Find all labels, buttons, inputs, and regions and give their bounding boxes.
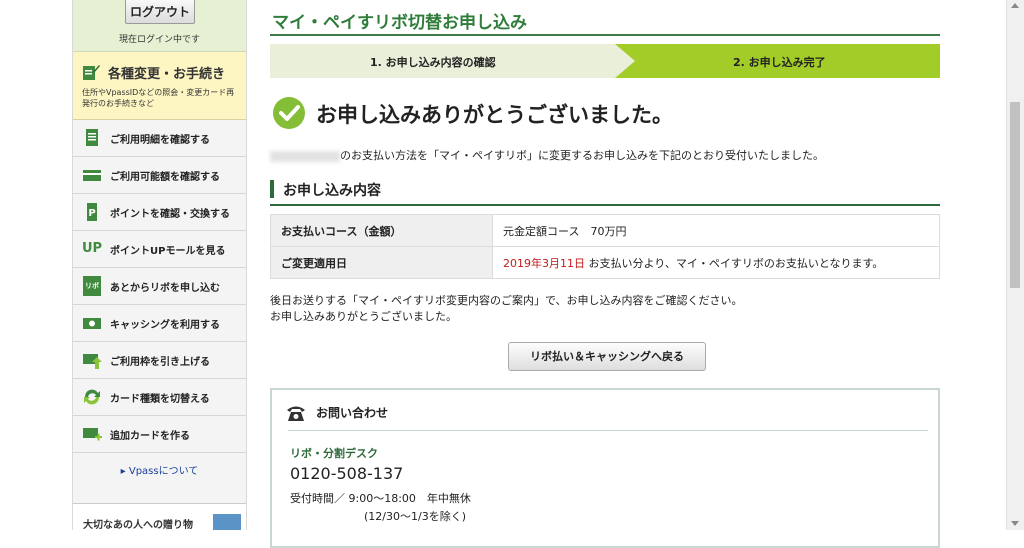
sidebar-item-label: ご利用可能額を確認する — [110, 172, 220, 183]
sidebar-item-statement[interactable]: ご利用明細を確認する — [73, 120, 246, 157]
statement-icon — [86, 129, 98, 146]
sidebar: ログアウト 現在ログイン中です 各種変更・お手続き 住所やVpassIDなどの照… — [72, 0, 247, 530]
row-label: お支払いコース（金額） — [270, 214, 493, 247]
follow-up-line-2: お申し込みありがとうございました。 — [270, 310, 457, 323]
sidebar-item-limit-up[interactable]: ご利用枠を引き上げる — [73, 342, 246, 379]
scroll-thumb[interactable] — [1010, 102, 1020, 288]
sidebar-item-cashing[interactable]: キャッシングを利用する — [73, 305, 246, 342]
row-label: ご変更適用日 — [270, 246, 493, 279]
application-details-table: お支払いコース（金額） 元金定額コース 70万円 ご変更適用日 2019年3月1… — [270, 214, 940, 279]
scroll-up-icon[interactable] — [1011, 3, 1019, 8]
check-circle-icon — [273, 97, 305, 129]
limit-up-icon — [83, 354, 102, 369]
follow-up-line-1: 後日お送りする「マイ・ペイすリボ変更内容のご案内」で、お申し込み内容をご確認くだ… — [270, 294, 743, 307]
acceptance-notice-text: のお支払い方法を「マイ・ペイすリボ」に変更するお申し込みを下記のとおり受付いたし… — [340, 149, 824, 162]
switch-card-icon — [84, 389, 100, 405]
row-value: 2019年3月11日 お支払い分より、マイ・ペイすリボのお支払いとなります。 — [492, 246, 940, 279]
sidebar-item-add-card[interactable]: 追加カードを作る — [73, 416, 246, 453]
procedures-panel[interactable]: 各種変更・お手続き 住所やVpassIDなどの照会・変更カード再発行のお手続きな… — [73, 52, 246, 120]
sidebar-item-label: キャッシングを利用する — [110, 320, 220, 331]
redacted-name — [270, 150, 340, 162]
section-title: お申し込み内容 — [283, 183, 381, 199]
scroll-down-icon[interactable] — [1011, 521, 1019, 526]
logout-area: ログアウト 現在ログイン中です — [73, 0, 246, 52]
sidebar-item-label: ポイントUPモールを見る — [110, 246, 226, 257]
sidebar-item-label: カード種類を切替える — [110, 394, 210, 405]
row-value-text: 元金定額コース 70万円 — [503, 224, 627, 238]
sidebar-item-switch-card[interactable]: カード種類を切替える — [73, 379, 246, 416]
vpass-about-link[interactable]: ▸ Vpassについて — [73, 462, 246, 477]
back-to-revolving-button[interactable]: リボ払い＆キャッシングへ戻る — [508, 342, 706, 371]
desk-hours: 受付時間／ 9:00～18:00 年中無休 — [290, 492, 471, 505]
sidebar-item-label: ご利用明細を確認する — [110, 135, 210, 146]
title-divider — [270, 34, 940, 36]
desk-phone-number[interactable]: 0120-508-137 — [290, 464, 403, 483]
step-label: 1. お申し込み内容の確認 — [370, 56, 496, 69]
telephone-icon — [287, 406, 305, 421]
section-marker — [270, 180, 274, 198]
add-card-icon — [83, 428, 102, 441]
desk-name: リボ・分割デスク — [290, 447, 378, 460]
sidebar-item-label: ポイントを確認・交換する — [110, 209, 230, 220]
sidebar-item-label: ご利用枠を引き上げる — [110, 357, 210, 368]
step-label: 2. お申し込み完了 — [733, 56, 826, 69]
logout-button[interactable]: ログアウト — [125, 0, 195, 24]
pencil-note-icon — [83, 65, 100, 80]
vertical-scrollbar[interactable] — [1006, 0, 1024, 530]
step-complete: 2. お申し込み完了 — [635, 44, 940, 78]
login-status: 現在ログイン中です — [118, 35, 200, 45]
svg-text:P: P — [88, 208, 95, 219]
revolving-bag-icon: リボ — [83, 276, 101, 296]
sidebar-item-available-amount[interactable]: ご利用可能額を確認する — [73, 157, 246, 194]
desk-hours-note: (12/30～1/3を除く) — [364, 510, 466, 523]
up-mall-icon: UP — [82, 241, 103, 256]
acceptance-notice: のお支払い方法を「マイ・ペイすリボ」に変更するお申し込みを下記のとおり受付いたし… — [270, 147, 824, 163]
page-title: マイ・ペイすリボ切替お申し込み — [272, 13, 527, 33]
main-content: マイ・ペイすリボ切替お申し込み 1. お申し込み内容の確認 2. お申し込み完了… — [270, 0, 942, 548]
sidebar-item-revolving[interactable]: リボ あとからリボを申し込む — [73, 268, 246, 305]
follow-up-note: 後日お送りする「マイ・ペイすリボ変更内容のご案内」で、お申し込み内容をご確認くだ… — [270, 293, 743, 325]
cash-icon — [83, 318, 101, 329]
completion-message: お申し込みありがとうございました。 — [316, 103, 673, 127]
progress-steps: 1. お申し込み内容の確認 2. お申し込み完了 — [270, 44, 940, 78]
sidebar-item-up-mall[interactable]: UP ポイントUPモールを見る — [73, 231, 246, 268]
gift-banner[interactable]: 大切なあの人への贈り物 — [73, 503, 246, 530]
row-value-text: お支払い分より、マイ・ペイすリボのお支払いとなります。 — [585, 256, 884, 270]
points-icon: P — [87, 203, 97, 221]
row-value: 元金定額コース 70万円 — [492, 214, 940, 247]
contact-panel: お問い合わせ リボ・分割デスク 0120-508-137 受付時間／ 9:00～… — [270, 388, 940, 548]
effective-date: 2019年3月11日 — [503, 256, 585, 270]
table-row: お支払いコース（金額） 元金定額コース 70万円 — [270, 214, 940, 247]
contact-divider — [288, 430, 928, 431]
sidebar-item-points[interactable]: P ポイントを確認・交換する — [73, 194, 246, 231]
step-arrow-fill — [615, 44, 635, 78]
step-confirm: 1. お申し込み内容の確認 — [270, 44, 615, 78]
section-header: お申し込み内容 — [270, 178, 940, 206]
contact-title: お問い合わせ — [316, 406, 389, 420]
table-row: ご変更適用日 2019年3月11日 お支払い分より、マイ・ペイすリボのお支払いと… — [270, 246, 940, 279]
sidebar-item-label: 追加カードを作る — [110, 431, 190, 442]
card-icon — [83, 170, 101, 181]
procedures-title: 各種変更・お手続き — [108, 67, 226, 82]
sidebar-item-label: あとからリボを申し込む — [110, 283, 220, 294]
procedures-description: 住所やVpassIDなどの照会・変更カード再発行のお手続きなど — [82, 88, 235, 108]
gift-banner-text: 大切なあの人への贈り物 — [83, 520, 193, 530]
gift-banner-image — [213, 514, 241, 530]
